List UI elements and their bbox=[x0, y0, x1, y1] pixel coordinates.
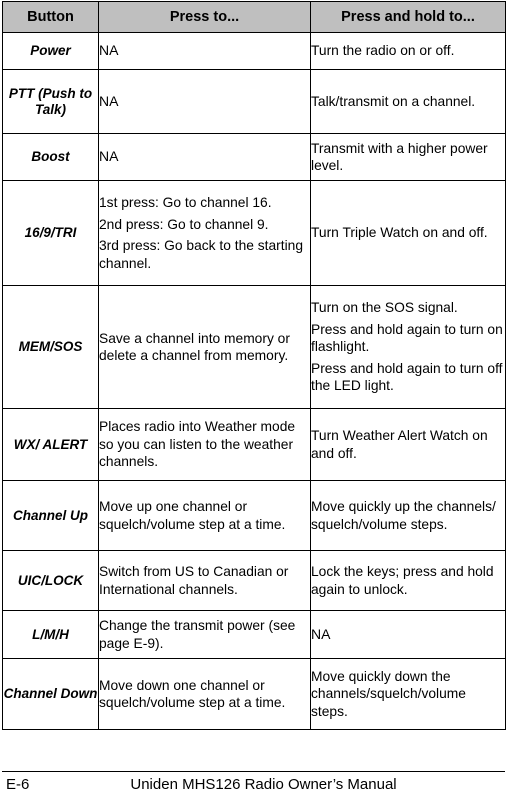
table-row: UIC/LOCK Switch from US to Canadian or I… bbox=[2, 550, 506, 611]
page-footer: E-6 Uniden MHS126 Radio Owner’s Manual bbox=[0, 774, 509, 796]
button-label-mem-sos: MEM/SOS bbox=[2, 285, 99, 409]
hold-description-channel-up: Move quickly up the channels/ squelch/vo… bbox=[310, 480, 506, 551]
press-description-mem-sos: Save a channel into memory or delete a c… bbox=[98, 285, 311, 409]
press-description-power: NA bbox=[98, 32, 311, 70]
table-row: MEM/SOS Save a channel into memory or de… bbox=[2, 285, 506, 409]
table-row: 16/9/TRI 1st press: Go to channel 16. 2n… bbox=[2, 180, 506, 286]
table-header-row: Button Press to... Press and hold to... bbox=[2, 1, 506, 33]
hold-description-uic-lock: Lock the keys; press and hold again to u… bbox=[310, 550, 506, 611]
hold-description-mem-sos: Turn on the SOS signal. Press and hold a… bbox=[310, 285, 506, 409]
column-header-button: Button bbox=[2, 1, 99, 33]
table-row: L/M/H Change the transmit power (see pag… bbox=[2, 610, 506, 659]
hold-description-wx-alert: Turn Weather Alert Watch on and off. bbox=[310, 408, 506, 481]
table-row: Boost NA Transmit with a higher power le… bbox=[2, 133, 506, 181]
button-label-wx-alert: WX/ ALERT bbox=[2, 408, 99, 481]
hold-description-channel-down: Move quickly down the channels/squelch/v… bbox=[310, 658, 506, 730]
hold-description-power: Turn the radio on or off. bbox=[310, 32, 506, 70]
button-label-l-m-h: L/M/H bbox=[2, 610, 99, 659]
press-description-channel-down: Move down one channel or squelch/volume … bbox=[98, 658, 311, 730]
button-label-ptt: PTT (Push to Talk) bbox=[2, 69, 99, 134]
button-label-16-9-tri: 16/9/TRI bbox=[2, 180, 99, 286]
table-row: Channel Up Move up one channel or squelc… bbox=[2, 480, 506, 551]
hold-description-line: Press and hold again to turn off the LED… bbox=[311, 360, 503, 394]
hold-description-l-m-h: NA bbox=[310, 610, 506, 659]
button-label-channel-down: Channel Down bbox=[2, 658, 99, 730]
hold-description-boost: Transmit with a higher power level. bbox=[310, 133, 506, 181]
table-row: PTT (Push to Talk) NA Talk/transmit on a… bbox=[2, 69, 506, 134]
button-label-power: Power bbox=[2, 32, 99, 70]
column-header-press-and-hold-to: Press and hold to... bbox=[310, 1, 506, 33]
press-description-wx-alert: Places radio into Weather mode so you ca… bbox=[98, 408, 311, 481]
hold-description-16-9-tri: Turn Triple Watch on and off. bbox=[310, 180, 506, 286]
button-function-table: Button Press to... Press and hold to... … bbox=[2, 1, 506, 730]
footer-divider bbox=[2, 771, 505, 772]
button-label-channel-up: Channel Up bbox=[2, 480, 99, 551]
press-description-boost: NA bbox=[98, 133, 311, 181]
table-row: Channel Down Move down one channel or sq… bbox=[2, 658, 506, 730]
press-description-uic-lock: Switch from US to Canadian or Internatio… bbox=[98, 550, 311, 611]
press-description-ptt: NA bbox=[98, 69, 311, 134]
press-description-line: 3rd press: Go back to the starting chann… bbox=[99, 238, 303, 271]
hold-description-ptt: Talk/transmit on a channel. bbox=[310, 69, 506, 134]
button-label-boost: Boost bbox=[2, 133, 99, 181]
manual-title: Uniden MHS126 Radio Owner’s Manual bbox=[130, 776, 397, 793]
press-description-line: 2nd press: Go to channel 9. bbox=[99, 216, 269, 232]
press-description-line: 1st press: Go to channel 16. bbox=[99, 195, 272, 210]
hold-description-line: Press and hold again to turn on flashlig… bbox=[311, 321, 503, 355]
press-description-channel-up: Move up one channel or squelch/volume st… bbox=[98, 480, 311, 551]
button-label-uic-lock: UIC/LOCK bbox=[2, 550, 99, 611]
press-description-l-m-h: Change the transmit power (see page E-9)… bbox=[98, 610, 311, 659]
table-row: WX/ ALERT Places radio into Weather mode… bbox=[2, 408, 506, 481]
table-row: Power NA Turn the radio on or off. bbox=[2, 32, 506, 70]
manual-page: Button Press to... Press and hold to... … bbox=[0, 0, 509, 796]
press-description-16-9-tri: 1st press: Go to channel 16. 2nd press: … bbox=[98, 180, 311, 286]
column-header-press-to: Press to... bbox=[98, 1, 311, 33]
hold-description-line: Turn on the SOS signal. bbox=[311, 300, 458, 316]
